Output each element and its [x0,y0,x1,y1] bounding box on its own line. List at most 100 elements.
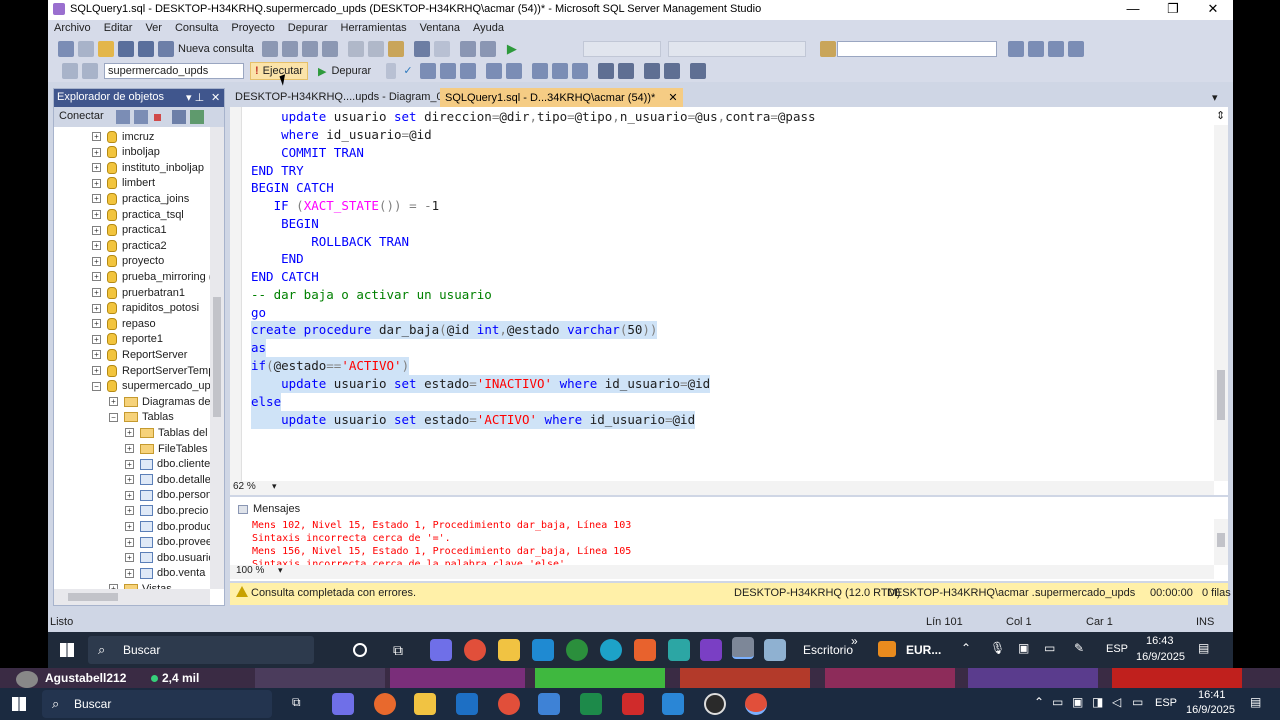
save-all-icon[interactable] [138,41,154,57]
messages-zoom-dropdown-icon[interactable]: ▾ [278,565,283,576]
open-file-icon[interactable] [98,41,114,57]
host-task-view-icon[interactable]: ⧉ [292,695,301,710]
host-wps-icon[interactable] [622,693,644,715]
tree-item[interactable]: + limbert [92,176,155,191]
tree-item[interactable]: + dbo.provee [125,535,212,550]
expand-icon[interactable]: + [92,272,101,282]
host-notification-icon[interactable]: ▤ [1250,695,1261,709]
tree-item[interactable]: + rapiditos_potosi [92,301,199,316]
host-network-icon[interactable]: ▭ [1132,695,1143,709]
weather-text[interactable]: EUR... [906,643,941,657]
taskbar-search[interactable]: ⌕ Buscar [88,636,314,664]
decrease-indent-icon[interactable] [644,63,660,79]
menu-ver[interactable]: Ver [139,20,169,34]
close-tab-icon[interactable]: ✕ [668,92,677,104]
host-remote-icon[interactable] [662,693,684,715]
host-search[interactable]: ⌕ Buscar [42,690,272,718]
properties-icon[interactable] [1008,41,1024,57]
expand-icon[interactable]: + [125,490,134,500]
messages-vscrollbar[interactable] [1214,519,1228,565]
messages-tab[interactable]: Mensajes [238,502,300,516]
ssms-app-icon[interactable] [732,637,754,659]
chevron-right-icon[interactable]: » [851,634,858,648]
save-icon[interactable] [118,41,134,57]
tree-item[interactable]: + dbo.venta [125,566,205,581]
expand-icon[interactable]: + [92,288,101,297]
explorer-app-icon[interactable] [498,639,520,661]
desktop-label[interactable]: Escritorio [803,643,853,657]
language-indicator[interactable]: ESP [1106,643,1128,655]
notification-icon[interactable]: ▤ [1198,641,1209,655]
app-icon-orange[interactable] [634,639,656,661]
tree-item[interactable]: + inboljap [92,145,160,160]
registered-servers-icon[interactable] [1048,41,1064,57]
find-icon[interactable] [820,41,836,57]
find-combo[interactable] [837,41,997,57]
expand-icon[interactable]: + [92,350,101,360]
tree-item[interactable]: + proyecto [92,254,164,269]
solution-platform-combo[interactable] [668,41,806,57]
tree-item[interactable]: + reporte1 [92,332,163,347]
expand-icon[interactable]: + [92,210,101,219]
menu-proyecto[interactable]: Proyecto [225,20,281,34]
hs-app-icon[interactable] [566,639,588,661]
query-editor[interactable]: update usuario set direccion=@dir,tipo=@… [230,107,1228,495]
tree-item[interactable]: − Tablas [109,410,174,425]
visual-studio-app-icon[interactable] [700,639,722,661]
host-copilot-icon[interactable] [332,693,354,715]
host-app-icon[interactable] [580,693,602,715]
minimize-button[interactable]: — [1113,0,1153,20]
host-tray-icon-3[interactable]: ◨ [1092,695,1103,709]
host-tray-chevron-icon[interactable]: ⌃ [1034,695,1044,709]
host-chrome-active-icon[interactable] [745,693,767,715]
menu-herramientas[interactable]: Herramientas [335,20,414,34]
client-stats-icon[interactable] [532,63,548,79]
change-connection-icon[interactable] [82,63,98,79]
host-clock-date[interactable]: 16/9/2025 [1186,704,1235,716]
host-volume-icon[interactable]: ◁ [1112,695,1121,709]
expand-icon[interactable]: + [92,334,101,344]
connect-object-icon[interactable] [116,110,130,124]
expand-icon[interactable]: + [125,459,134,469]
tree-item[interactable]: + repaso [92,316,156,331]
tree-item[interactable]: + instituto_inboljap [92,160,204,175]
expand-icon[interactable]: + [125,537,134,547]
tab-overflow-icon[interactable]: ▾ [1212,91,1218,104]
app-icon-pen[interactable] [764,639,786,661]
refresh-icon[interactable] [190,110,204,124]
results-grid-icon[interactable] [572,63,588,79]
tree-item[interactable]: + imcruz [92,129,154,144]
tree-item[interactable]: + practica_tsql [92,207,184,222]
menu-ventana[interactable]: Ventana [414,20,467,34]
clock-date[interactable]: 16/9/2025 [1136,651,1185,663]
stop-explorer-icon[interactable] [154,114,161,121]
expand-icon[interactable]: + [125,553,134,563]
hscroll-thumb[interactable] [68,593,118,601]
increase-indent-icon[interactable] [664,63,680,79]
add-item-icon[interactable] [78,41,94,57]
explorer-vscrollbar[interactable] [210,127,224,589]
host-tray-icon-1[interactable]: ▭ [1052,695,1063,709]
database-select[interactable]: supermercado_upds [104,63,244,79]
explorer-hscrollbar[interactable] [54,589,210,605]
tray-chevron-icon[interactable]: ⌃ [961,641,971,655]
expand-icon[interactable]: + [92,256,101,266]
tree-item[interactable]: + practica_joins [92,191,189,206]
tree-item[interactable]: + Diagramas de b [109,394,220,409]
expand-icon[interactable]: + [125,522,134,531]
expand-icon[interactable]: + [125,506,134,516]
pen-icon[interactable]: ✎ [1074,641,1084,655]
copilot-app-icon[interactable] [430,639,452,661]
vscode-app-icon[interactable] [532,639,554,661]
new-project-icon[interactable] [58,41,74,57]
paste-icon[interactable] [387,41,404,57]
tree-item[interactable]: + ReportServerTemp [92,363,214,378]
editor-scroll-thumb[interactable] [1217,370,1225,420]
analysis-query-icon[interactable] [281,41,298,57]
chrome-app-icon[interactable] [464,639,486,661]
messages-scroll-thumb[interactable] [1217,533,1225,547]
expand-icon[interactable]: + [125,428,134,438]
specify-values-icon[interactable] [690,63,706,79]
menu-depurar[interactable]: Depurar [282,20,335,34]
db-engine-query-icon[interactable] [261,41,278,57]
